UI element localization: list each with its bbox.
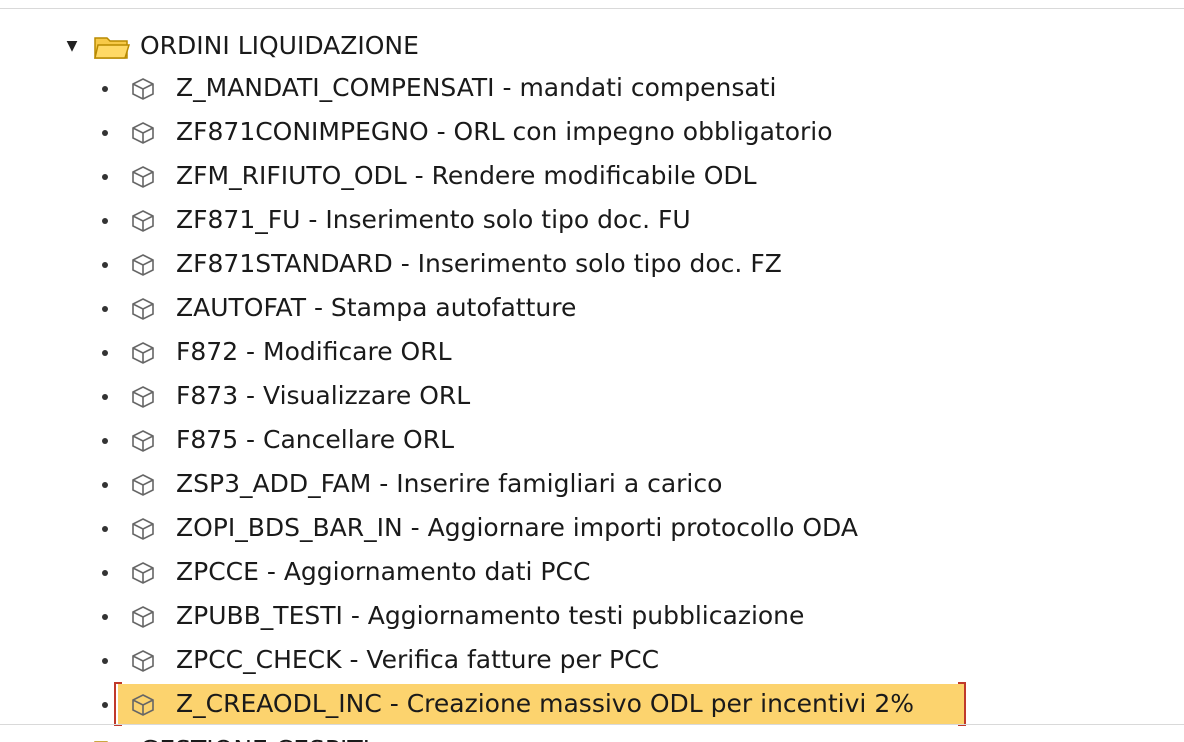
bullet: [102, 394, 108, 400]
tree-item-label: ZFM_RIFIUTO_ODL - Rendere modificabile O…: [176, 161, 757, 190]
transaction-cube-icon: [132, 386, 154, 408]
row-divider: [0, 8, 1184, 9]
tree-item[interactable]: ZPUBB_TESTI - Aggiornamento testi pubbli…: [0, 594, 1184, 638]
tree-item[interactable]: ZF871_FU - Inserimento solo tipo doc. FU: [0, 198, 1184, 242]
transaction-cube-icon: [132, 650, 154, 672]
bullet: [102, 482, 108, 488]
tree-item-label: ZPUBB_TESTI - Aggiornamento testi pubbli…: [176, 601, 805, 630]
tree-item[interactable]: F875 - Cancellare ORL: [0, 418, 1184, 462]
tree-item-label: F873 - Visualizzare ORL: [176, 381, 471, 410]
bullet: [102, 306, 108, 312]
transaction-cube-icon: [132, 694, 154, 716]
bullet: [102, 262, 108, 268]
tree-item-label: Z_CREAODL_INC - Creazione massivo ODL pe…: [176, 689, 914, 718]
tree-item-label: ZAUTOFAT - Stampa autofatture: [176, 293, 577, 322]
bullet: [102, 570, 108, 576]
tree-item[interactable]: ZOPI_BDS_BAR_IN - Aggiornare importi pro…: [0, 506, 1184, 550]
tree-item-label: Z_MANDATI_COMPENSATI - mandati compensat…: [176, 73, 777, 102]
tree-item[interactable]: ZSP3_ADD_FAM - Inserire famigliari a car…: [0, 462, 1184, 506]
transaction-cube-icon: [132, 342, 154, 364]
tree-item-label: ZF871STANDARD - Inserimento solo tipo do…: [176, 249, 782, 278]
tree-item[interactable]: F872 - Modificare ORL: [0, 330, 1184, 374]
transaction-cube-icon: [132, 474, 154, 496]
transaction-cube-icon: [132, 606, 154, 628]
tree-item[interactable]: ZF871STANDARD - Inserimento solo tipo do…: [0, 242, 1184, 286]
transaction-cube-icon: [132, 166, 154, 188]
transaction-cube-icon: [132, 78, 154, 100]
bullet: [102, 174, 108, 180]
expand-arrow-icon[interactable]: ▶: [62, 730, 82, 742]
transaction-cube-icon: [132, 518, 154, 540]
tree-item[interactable]: ZF871CONIMPEGNO - ORL con impegno obblig…: [0, 110, 1184, 154]
tree-folder-ordini-liquidazione[interactable]: ▼ ORDINI LIQUIDAZIONE: [0, 24, 1184, 68]
bullet: [102, 350, 108, 356]
bullet: [102, 526, 108, 532]
selection-border-right: [958, 682, 966, 726]
transaction-cube-icon: [132, 254, 154, 276]
tree-item-label: ZSP3_ADD_FAM - Inserire famigliari a car…: [176, 469, 723, 498]
folder-open-icon: [94, 37, 130, 59]
bullet: [102, 658, 108, 664]
tree-item[interactable]: ZPCC_CHECK - Verifica fatture per PCC: [0, 638, 1184, 682]
tree-item[interactable]: Z_MANDATI_COMPENSATI - mandati compensat…: [0, 66, 1184, 110]
bullet: [102, 438, 108, 444]
tree-item[interactable]: ZAUTOFAT - Stampa autofatture: [0, 286, 1184, 330]
bullet: [102, 702, 108, 708]
tree-item[interactable]: ZPCCE - Aggiornamento dati PCC: [0, 550, 1184, 594]
transaction-cube-icon: [132, 122, 154, 144]
tree-item-label: ZPCCE - Aggiornamento dati PCC: [176, 557, 591, 586]
bullet: [102, 614, 108, 620]
bullet: [102, 130, 108, 136]
expand-arrow-icon[interactable]: ▼: [62, 24, 82, 68]
tree-item-label: ZF871_FU - Inserimento solo tipo doc. FU: [176, 205, 691, 234]
selection-border-left: [114, 682, 122, 726]
tree-item-selected[interactable]: Z_CREAODL_INC - Creazione massivo ODL pe…: [0, 682, 1184, 726]
transaction-tree: ANAGRAFICHE GENERALI ▼ ORDINI LIQUIDAZIO…: [0, 0, 1184, 742]
folder-label: ORDINI LIQUIDAZIONE: [140, 31, 419, 60]
tree-folder-gestione-cespiti[interactable]: ▶ GESTIONE CESPITI: [0, 724, 1184, 742]
tree-item-label: F875 - Cancellare ORL: [176, 425, 455, 454]
tree-item-label: ZPCC_CHECK - Verifica fatture per PCC: [176, 645, 660, 674]
transaction-cube-icon: [132, 298, 154, 320]
tree-item-label: F872 - Modificare ORL: [176, 337, 452, 366]
folder-closed-icon: [94, 741, 109, 742]
tree-item[interactable]: ZFM_RIFIUTO_ODL - Rendere modificabile O…: [0, 154, 1184, 198]
tree-item-label: ZOPI_BDS_BAR_IN - Aggiornare importi pro…: [176, 513, 858, 542]
transaction-cube-icon: [132, 562, 154, 584]
clip-top: [0, 0, 1184, 8]
bullet: [102, 218, 108, 224]
transaction-cube-icon: [132, 430, 154, 452]
folder-label: GESTIONE CESPITI: [140, 728, 370, 742]
tree-item-label: ZF871CONIMPEGNO - ORL con impegno obblig…: [176, 117, 833, 146]
bullet: [102, 86, 108, 92]
tree-item[interactable]: F873 - Visualizzare ORL: [0, 374, 1184, 418]
transaction-cube-icon: [132, 210, 154, 232]
